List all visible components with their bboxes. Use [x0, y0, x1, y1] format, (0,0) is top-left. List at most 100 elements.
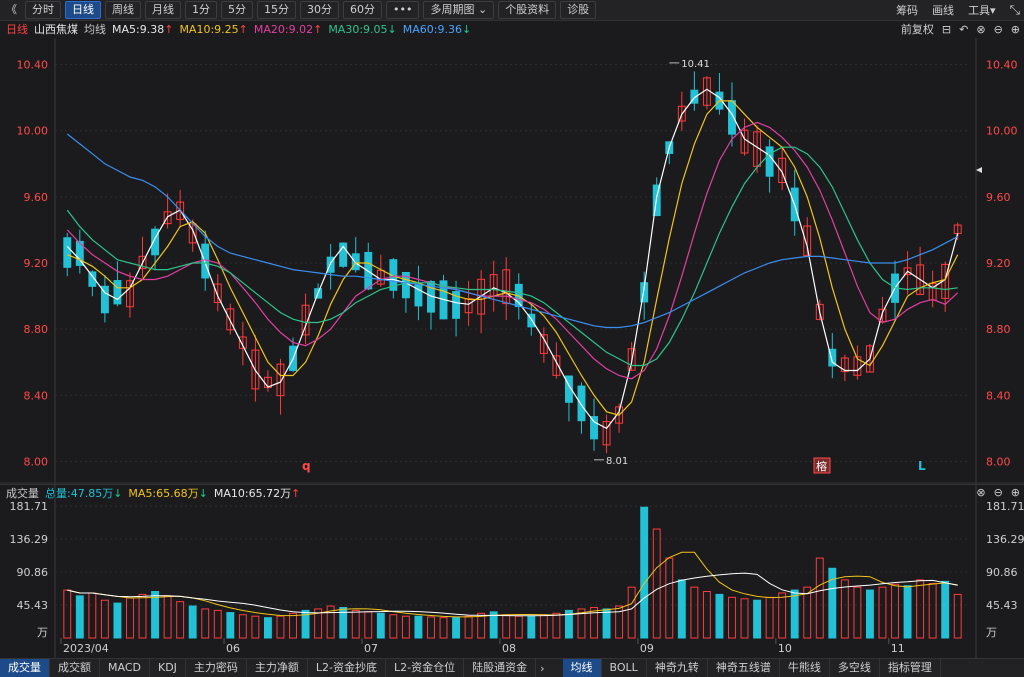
period-tab[interactable]: 多周期图 ⌄: [423, 1, 495, 19]
high-marker-label: 10.41: [681, 59, 710, 70]
volume-bar: [502, 614, 511, 639]
ma-line-ma10: [67, 100, 959, 416]
indicator-tab[interactable]: 成交量: [0, 659, 50, 677]
candle-body: [351, 253, 360, 271]
overlay-tab[interactable]: 牛熊线: [780, 659, 830, 677]
price-tick-label: 9.60: [24, 191, 49, 204]
indicator-tab[interactable]: 陆股通资金: [464, 659, 537, 677]
indicator-tab[interactable]: 成交额: [50, 659, 100, 677]
volume-bar: [414, 615, 423, 639]
volume-bar: [527, 615, 536, 639]
volume-bar: [602, 608, 611, 639]
indicator-tabs-left: 成交量 成交额 MACD KDJ 主力密码 主力净额 L2-资金抄底 L2-资金仓位 陆股通资金: [0, 659, 537, 677]
volume-bar: [665, 557, 674, 639]
period-tab[interactable]: •••: [386, 1, 420, 19]
toolbar-right: 筹码 画线 工具▾ ⤡: [882, 0, 1020, 20]
x-tick-label: 09: [640, 642, 654, 655]
x-tick-label: 06: [226, 642, 240, 655]
plus-icon[interactable]: ⊕: [1011, 23, 1020, 36]
volume-bar: [477, 612, 486, 639]
draw-line-link[interactable]: 画线: [932, 2, 954, 18]
overlay-tab[interactable]: 神奇五线谱: [708, 659, 780, 677]
x-tick-label: 11: [891, 642, 905, 655]
period-tab[interactable]: 诊股: [560, 1, 597, 19]
price-tick-label-right: 9.20: [986, 257, 1011, 270]
volume-bar: [251, 615, 260, 639]
candle-body: [113, 280, 122, 305]
candle-body: [590, 416, 598, 440]
event-marker-q: q: [302, 459, 311, 473]
restore-label[interactable]: 前复权: [901, 21, 934, 37]
undo-icon[interactable]: ↶: [959, 23, 968, 36]
indicator-tab[interactable]: MACD: [100, 659, 150, 677]
candle-body: [414, 283, 423, 307]
volume-bar: [853, 586, 862, 639]
price-tick-label-right: 8.80: [986, 323, 1011, 336]
price-tick-label: 10.00: [17, 125, 49, 138]
lock-icon[interactable]: ⊟: [942, 23, 951, 36]
volume-bar: [539, 614, 548, 639]
tabs-next-icon[interactable]: ›: [536, 662, 548, 675]
current-price-pointer: [976, 167, 982, 173]
avg-label[interactable]: 均线: [84, 21, 106, 37]
volume-tick-label: 136.29: [10, 533, 49, 546]
close-icon[interactable]: ⊗: [976, 23, 985, 36]
volume-bar: [702, 591, 711, 639]
overlay-tab[interactable]: 多空线: [830, 659, 880, 677]
volume-tick-label-right: 90.86: [986, 566, 1018, 579]
period-tab[interactable]: 周线: [105, 1, 141, 19]
indicator-tab[interactable]: L2-资金抄底: [308, 659, 387, 677]
indicator-tab[interactable]: 主力密码: [186, 659, 247, 677]
chips-link[interactable]: 筹码: [896, 2, 918, 18]
period-tab[interactable]: 月线: [145, 1, 181, 19]
expand-icon[interactable]: ⤡: [1010, 3, 1020, 18]
volume-bar: [815, 557, 824, 639]
back-icon[interactable]: 《: [2, 2, 21, 18]
period-label: 日线: [6, 23, 28, 36]
overlay-tab[interactable]: 均线: [562, 659, 602, 677]
ma20-value: MA20:9.02↑: [253, 22, 323, 36]
volume-tick-label-right: 181.71: [986, 500, 1024, 513]
ma10-value: MA10:9.25↑: [179, 22, 248, 36]
volume-bar: [903, 585, 912, 639]
volume-bar: [389, 614, 398, 639]
period-tab[interactable]: 30分: [300, 1, 339, 19]
indicator-tab[interactable]: L2-资金仓位: [386, 659, 465, 677]
period-tab[interactable]: 15分: [257, 1, 296, 19]
volume-tick-label-right: 45.43: [986, 599, 1018, 612]
volume-tick-label: 90.86: [17, 566, 49, 579]
period-tab[interactable]: 60分: [343, 1, 382, 19]
candle-body: [765, 146, 774, 177]
low-marker-label: 8.01: [606, 456, 628, 467]
period-tab[interactable]: 个股资料: [498, 1, 557, 19]
minus-icon[interactable]: ⊖: [994, 23, 1003, 36]
x-tick-label: 07: [364, 642, 378, 655]
indicator-tab[interactable]: 主力净额: [247, 659, 308, 677]
period-tab[interactable]: 1分: [185, 1, 217, 19]
overlay-tab[interactable]: BOLL: [602, 659, 647, 677]
volume-bar: [928, 583, 937, 639]
period-tab[interactable]: 日线: [65, 1, 101, 19]
indicator-tab[interactable]: KDJ: [150, 659, 186, 677]
x-tick-label: 08: [502, 642, 516, 655]
volume-bar: [677, 579, 686, 639]
period-tab[interactable]: 分时: [25, 1, 61, 19]
volume-bar: [464, 615, 473, 639]
price-tick-label: 8.80: [24, 323, 49, 336]
volume-bar: [865, 589, 874, 639]
ma30-value: MA30:9.05↓: [328, 22, 397, 36]
tools-menu[interactable]: 工具▾: [968, 2, 996, 18]
overlay-tab[interactable]: 指标管理: [880, 659, 941, 677]
period-tab[interactable]: 5分: [221, 1, 253, 19]
volume-bar: [715, 593, 724, 639]
volume-bar: [452, 617, 461, 639]
volume-bar: [201, 608, 210, 639]
price-tick-label: 8.40: [24, 389, 49, 402]
volume-bar: [289, 612, 297, 639]
volume-bar: [226, 612, 235, 639]
volume-bar: [213, 609, 222, 639]
ma-line-ma5: [66, 88, 959, 430]
candle-body: [728, 100, 736, 135]
stock-chart[interactable]: 10.40 10.40 10.00 10.00 9.60 9.60 9.20 9.20 8.80…: [0, 38, 1024, 658]
overlay-tab[interactable]: 神奇九转: [647, 659, 708, 677]
